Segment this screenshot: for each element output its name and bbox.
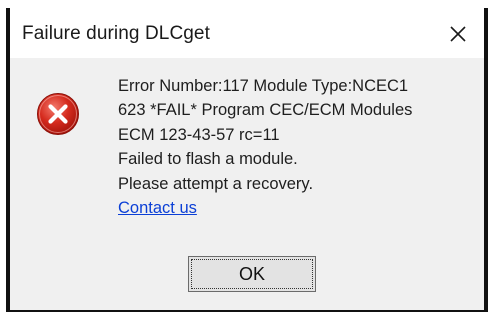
message-line-recovery: Please attempt a recovery. xyxy=(118,174,314,193)
screenshot-stage: Failure during DLCget Error Number:117 M… xyxy=(0,0,491,315)
title-bar: Failure during DLCget xyxy=(10,10,484,58)
ok-button[interactable]: OK xyxy=(188,256,316,292)
dialog-content: Error Number:117 Module Type:NCEC1 623 *… xyxy=(10,58,484,310)
close-button[interactable] xyxy=(438,16,478,52)
error-dialog: Failure during DLCget Error Number:117 M… xyxy=(10,10,484,310)
error-message: Error Number:117 Module Type:NCEC1 623 *… xyxy=(118,74,473,220)
contact-us-link[interactable]: Contact us xyxy=(118,196,197,220)
message-line-failed-flash: Failed to flash a module. xyxy=(118,150,298,169)
message-line-ecm: ECM 123-43-57 rc=11 xyxy=(118,125,280,144)
dialog-title: Failure during DLCget xyxy=(22,23,210,44)
message-line-fail: 623 *FAIL* Program CEC/ECM Modules xyxy=(118,101,413,120)
message-line-error-number: Error Number:117 Module Type:NCEC1 xyxy=(118,77,409,95)
error-icon xyxy=(37,93,79,135)
close-icon xyxy=(450,26,466,42)
ok-button-label: OK xyxy=(238,263,265,284)
